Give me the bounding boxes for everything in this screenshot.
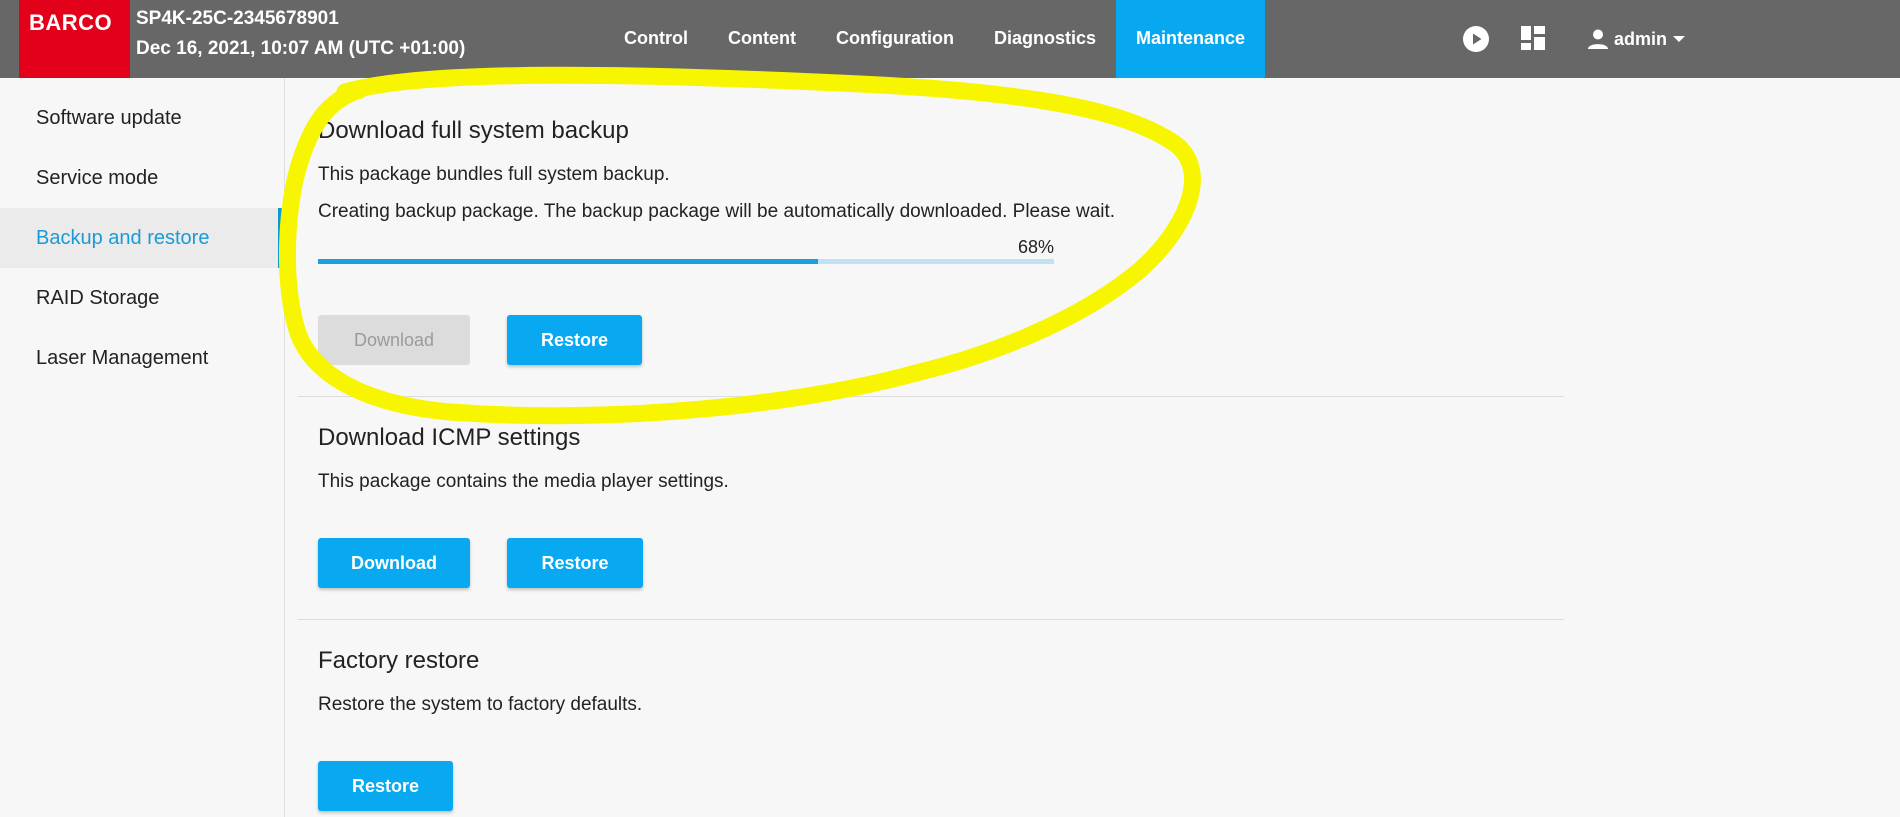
sidebar: Software update Service mode Backup and … bbox=[0, 78, 285, 817]
user-name: admin bbox=[1614, 28, 1668, 49]
nav-tab-content[interactable]: Content bbox=[708, 0, 816, 78]
icmp-title: Download ICMP settings bbox=[318, 424, 581, 451]
sidebar-item-software-update[interactable]: Software update bbox=[0, 88, 284, 148]
icmp-restore-button[interactable]: Restore bbox=[507, 538, 643, 588]
sidebar-item-service-mode[interactable]: Service mode bbox=[0, 148, 284, 208]
backup-download-button[interactable]: Download bbox=[318, 315, 470, 365]
highlight-annotation bbox=[278, 66, 1201, 425]
backup-description: This package bundles full system backup. bbox=[318, 164, 670, 185]
main-nav: Control Content Configuration Diagnostic… bbox=[604, 0, 1266, 78]
progress-percentage: 68% bbox=[1017, 237, 1054, 257]
sidebar-item-raid-storage[interactable]: RAID Storage bbox=[0, 268, 284, 328]
top-bar: BARCO SP4K-25C-2345678901 Dec 16, 2021, … bbox=[0, 0, 1900, 78]
backup-title: Download full system backup bbox=[318, 117, 629, 144]
backup-progress-fill bbox=[318, 259, 819, 264]
backup-restore-button[interactable]: Restore bbox=[507, 315, 642, 365]
user-menu[interactable]: admin bbox=[1586, 25, 1687, 53]
factory-restore-title: Factory restore bbox=[318, 647, 480, 674]
caret-down-icon bbox=[1673, 36, 1686, 42]
device-name: SP4K-25C-2345678901 bbox=[136, 8, 339, 29]
section-divider bbox=[298, 619, 1564, 620]
nav-tab-diagnostics[interactable]: Diagnostics bbox=[974, 0, 1116, 78]
barco-logo: BARCO bbox=[19, 0, 130, 78]
icmp-description: This package contains the media player s… bbox=[318, 471, 729, 492]
factory-restore-description: Restore the system to factory defaults. bbox=[318, 694, 643, 715]
play-circle-icon[interactable] bbox=[1462, 25, 1490, 53]
nav-tab-maintenance[interactable]: Maintenance bbox=[1115, 0, 1266, 78]
section-divider bbox=[298, 396, 1564, 397]
backup-progress-bar bbox=[318, 259, 1054, 264]
dashboard-icon[interactable] bbox=[1520, 25, 1546, 51]
nav-tab-configuration[interactable]: Configuration bbox=[816, 0, 974, 78]
backup-status: Creating backup package. The backup pack… bbox=[318, 201, 1116, 222]
icmp-download-button[interactable]: Download bbox=[318, 538, 470, 588]
nav-tab-control[interactable]: Control bbox=[604, 0, 708, 78]
user-icon bbox=[1588, 29, 1608, 49]
sidebar-item-backup-and-restore[interactable]: Backup and restore bbox=[0, 208, 284, 268]
barco-logo-mark: BARCO bbox=[29, 10, 112, 35]
device-datetime: Dec 16, 2021, 10:07 AM (UTC +01:00) bbox=[136, 38, 466, 59]
svg-text:BARCO: BARCO bbox=[29, 10, 112, 35]
sidebar-item-laser-management[interactable]: Laser Management bbox=[0, 328, 284, 388]
factory-restore-button[interactable]: Restore bbox=[318, 761, 453, 811]
